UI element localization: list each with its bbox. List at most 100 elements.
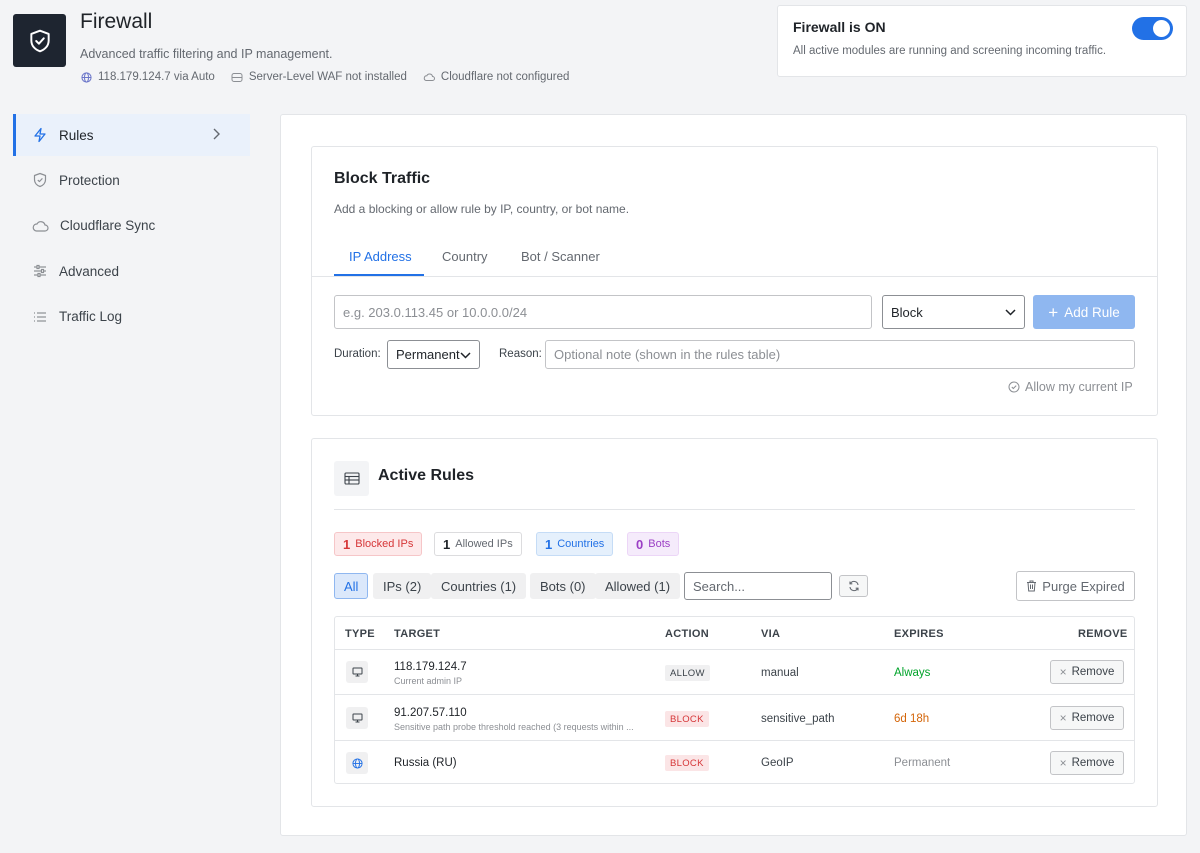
column-header-action: ACTION	[665, 628, 709, 640]
monitor-icon	[352, 667, 362, 677]
filter-all[interactable]: All	[334, 573, 369, 599]
sidebar-item-traffic-log[interactable]: Traffic Log	[13, 296, 250, 338]
close-icon: ×	[1059, 711, 1067, 725]
rule-target-note: Sensitive path probe threshold reached (…	[394, 722, 634, 732]
monitor-icon	[352, 713, 362, 723]
reason-input[interactable]: Optional note (shown in the rules table)	[545, 340, 1135, 369]
rule-via: sensitive_path	[761, 713, 835, 725]
chevron-down-icon	[460, 351, 471, 359]
rule-target-note: Current admin IP	[394, 676, 463, 686]
add-rule-button[interactable]: + Add Rule	[1033, 295, 1135, 329]
ip-address-input[interactable]: e.g. 203.0.113.45 or 10.0.0.0/24	[334, 295, 872, 329]
refresh-button[interactable]	[839, 575, 868, 597]
badge-count: 1	[343, 536, 351, 552]
divider	[335, 694, 1134, 695]
page-subtitle: Advanced traffic filtering and IP manage…	[80, 47, 333, 61]
rules-search-input[interactable]: Search...	[684, 572, 832, 600]
sidebar-item-protection[interactable]: Protection	[13, 159, 250, 201]
rule-action-value: Block	[891, 304, 923, 320]
badge-label: Countries	[557, 538, 605, 550]
meta-cloudflare: Cloudflare not configured	[423, 71, 570, 83]
filter-bots[interactable]: Bots (0)	[530, 573, 596, 599]
block-traffic-card: Block Traffic Add a blocking or allow ru…	[311, 146, 1158, 416]
globe-icon	[81, 71, 92, 83]
table-row: Russia (RU) BLOCK GeoIP Permanent × Remov…	[335, 742, 1134, 784]
tab-ip-address[interactable]: IP Address	[349, 249, 412, 264]
rule-type-tabs: IP Address Country Bot / Scanner	[312, 239, 1157, 277]
meta-cloudflare-text: Cloudflare not configured	[440, 71, 570, 83]
rule-action-badge: BLOCK	[665, 711, 709, 727]
main-panel: Block Traffic Add a blocking or allow ru…	[280, 114, 1187, 836]
badge-countries: 1 Countries	[536, 532, 614, 556]
tab-country[interactable]: Country	[442, 249, 488, 264]
badge-bots: 0 Bots	[627, 532, 680, 556]
sidebar-item-rules[interactable]: Rules	[13, 114, 250, 156]
tab-bot-scanner[interactable]: Bot / Scanner	[521, 249, 600, 264]
sidebar-item-cloudflare-sync[interactable]: Cloudflare Sync	[13, 205, 250, 247]
meta-ip-text: 118.179.124.7 via Auto	[98, 71, 215, 83]
type-icon-box	[346, 752, 368, 774]
status-title: Firewall is ON	[793, 19, 886, 35]
sidebar-item-label: Cloudflare Sync	[60, 218, 156, 233]
block-traffic-description: Add a blocking or allow rule by IP, coun…	[334, 202, 630, 216]
remove-label: Remove	[1071, 666, 1115, 678]
column-header-type: TYPE	[345, 628, 375, 640]
badge-label: Allowed IPs	[455, 538, 513, 550]
rule-action-select[interactable]: Block	[882, 295, 1025, 329]
chevron-down-icon	[1005, 309, 1016, 316]
remove-rule-button[interactable]: × Remove	[1050, 706, 1124, 730]
rules-table: TYPE TARGET ACTION VIA EXPIRES REMOVE 11…	[334, 616, 1135, 784]
meta-ip: 118.179.124.7 via Auto	[81, 71, 215, 83]
badge-count: 1	[443, 536, 451, 552]
type-icon-box	[346, 661, 368, 683]
sidebar-item-label: Protection	[59, 172, 120, 188]
rule-target: Russia (RU)	[394, 757, 457, 769]
duration-value: Permanent	[396, 347, 460, 362]
rule-via: GeoIP	[761, 757, 794, 769]
meta-waf-text: Server-Level WAF not installed	[248, 71, 407, 83]
badge-count: 1	[545, 536, 553, 552]
column-header-expires: EXPIRES	[894, 628, 944, 640]
filter-ips[interactable]: IPs (2)	[373, 573, 432, 599]
filter-countries[interactable]: Countries (1)	[431, 573, 527, 599]
refresh-icon	[848, 580, 859, 592]
allow-current-ip-label: Allow my current IP	[1025, 380, 1133, 394]
table-row: 118.179.124.7 Current admin IP ALLOW man…	[335, 650, 1134, 695]
active-rules-title: Active Rules	[378, 467, 475, 484]
badge-allowed-ips: 1 Allowed IPs	[434, 532, 522, 556]
globe-icon	[351, 757, 363, 769]
header-meta: 118.179.124.7 via Auto Server-Level WAF …	[81, 71, 585, 83]
sidebar-item-advanced[interactable]: Advanced	[13, 250, 250, 292]
purge-expired-button[interactable]: Purge Expired	[1016, 571, 1135, 601]
remove-rule-button[interactable]: × Remove	[1050, 751, 1124, 775]
meta-waf: Server-Level WAF not installed	[231, 71, 407, 83]
purge-expired-label: Purge Expired	[1042, 578, 1125, 594]
rule-expires: Always	[894, 667, 931, 679]
remove-rule-button[interactable]: × Remove	[1050, 660, 1124, 684]
duration-select[interactable]: Permanent	[387, 340, 480, 369]
type-icon-box	[346, 707, 368, 729]
toggle-knob	[1153, 20, 1170, 37]
add-rule-label: Add Rule	[1064, 304, 1120, 320]
firewall-status-card: Firewall is ON All active modules are ru…	[777, 5, 1187, 77]
check-circle-icon	[1008, 381, 1020, 393]
app-logo	[13, 14, 66, 67]
status-description: All active modules are running and scree…	[793, 45, 1107, 57]
rule-action-badge: BLOCK	[665, 755, 709, 771]
sliders-icon	[34, 264, 46, 278]
table-icon	[343, 472, 360, 485]
block-traffic-title: Block Traffic	[334, 170, 431, 187]
rule-action-badge: ALLOW	[665, 665, 710, 681]
rule-expires: Permanent	[894, 757, 951, 769]
firewall-toggle[interactable]	[1132, 17, 1173, 40]
table-row: 91.207.57.110 Sensitive path probe thres…	[335, 696, 1134, 741]
chevron-right-icon	[213, 128, 220, 140]
allow-current-ip-link[interactable]: Allow my current IP	[1008, 380, 1133, 394]
rule-expires: 6d 18h	[894, 713, 930, 725]
sidebar-item-label: Rules	[59, 127, 94, 143]
sidebar-item-label: Advanced	[59, 263, 120, 279]
active-rules-card: Active Rules 1 Blocked IPs 1 Allowed IPs 1…	[311, 438, 1158, 807]
badge-count: 0	[636, 536, 644, 552]
close-icon: ×	[1059, 756, 1067, 770]
filter-allowed[interactable]: Allowed (1)	[595, 573, 681, 599]
